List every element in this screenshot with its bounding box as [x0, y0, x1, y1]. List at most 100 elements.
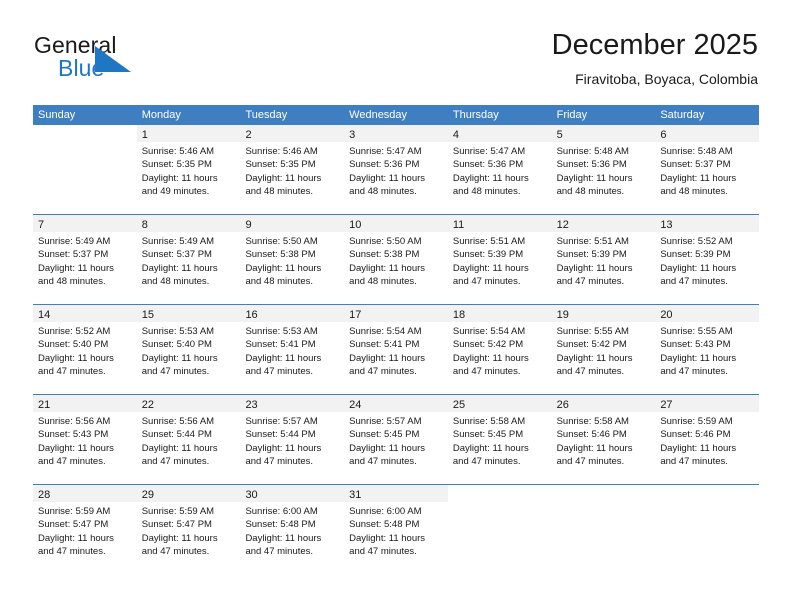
daylight-text-line2: and 48 minutes. — [141, 276, 210, 288]
day-sun-info: Sunrise: 5:59 AM Sunset: 5:47 PM Daylight:… — [137, 502, 241, 559]
weekday-header-row: Sunday Monday Tuesday Wednesday Thursday… — [33, 105, 759, 125]
sunrise-text: Sunrise: 5:51 AM — [452, 236, 526, 247]
sunset-text: Sunset: 5:40 PM — [38, 339, 109, 351]
day-number-band: 20 — [655, 305, 760, 322]
daylight-text-line1: Daylight: 11 hours — [349, 172, 426, 184]
day-number-band: 1 — [136, 125, 241, 142]
day-number-band: 4 — [447, 125, 552, 142]
calendar-day-cell-empty — [551, 485, 656, 574]
daylight-text-line1: Daylight: 11 hours — [452, 172, 529, 184]
daylight-text-line1: Daylight: 11 hours — [452, 262, 529, 274]
day-sun-info: Sunrise: 5:54 AM Sunset: 5:41 PM Daylight:… — [344, 322, 448, 379]
calendar-day-cell[interactable]: 10 Sunrise: 5:50 AM Sunset: 5:38 PM Dayligh… — [344, 215, 448, 304]
day-number: 9 — [245, 219, 252, 231]
calendar-day-cell[interactable]: 25 Sunrise: 5:58 AM Sunset: 5:45 PM Dayligh… — [447, 395, 552, 484]
calendar-week-row: 1 Sunrise: 5:46 AM Sunset: 5:35 PM Daylight… — [33, 125, 760, 214]
weekday-header-thursday: Thursday — [452, 109, 499, 121]
day-sun-info: Sunrise: 5:49 AM Sunset: 5:37 PM Daylight:… — [33, 232, 137, 289]
calendar-day-cell[interactable]: 20 Sunrise: 5:55 AM Sunset: 5:43 PM Dayligh… — [655, 305, 760, 394]
calendar-day-cell[interactable]: 8 Sunrise: 5:49 AM Sunset: 5:37 PM Daylight… — [136, 215, 241, 304]
daylight-text-line2: and 48 minutes. — [245, 276, 314, 288]
daylight-text-line2: and 47 minutes. — [349, 456, 417, 468]
day-number: 13 — [660, 219, 673, 231]
calendar-day-cell[interactable]: 21 Sunrise: 5:56 AM Sunset: 5:43 PM Dayligh… — [33, 395, 137, 484]
daylight-text-line1: Daylight: 11 hours — [349, 532, 426, 544]
page-subtitle: Firavitoba, Boyaca, Colombia — [575, 71, 758, 87]
day-sun-info: Sunrise: 5:59 AM Sunset: 5:47 PM Daylight:… — [33, 502, 137, 559]
calendar-day-cell[interactable]: 27 Sunrise: 5:59 AM Sunset: 5:46 PM Dayligh… — [655, 395, 760, 484]
day-sun-info: Sunrise: 5:51 AM Sunset: 5:39 PM Daylight:… — [552, 232, 656, 289]
day-number: 6 — [660, 129, 667, 141]
daylight-text-line2: and 47 minutes. — [245, 546, 314, 558]
sunset-text: Sunset: 5:38 PM — [245, 249, 316, 261]
calendar-day-cell[interactable]: 2 Sunrise: 5:46 AM Sunset: 5:35 PM Daylight… — [240, 125, 345, 214]
daylight-text-line2: and 47 minutes. — [556, 456, 625, 468]
calendar-day-cell[interactable]: 9 Sunrise: 5:50 AM Sunset: 5:38 PM Daylight… — [240, 215, 345, 304]
sunrise-text: Sunrise: 5:59 AM — [141, 506, 215, 517]
sunset-text: Sunset: 5:48 PM — [245, 519, 316, 531]
calendar-day-cell[interactable]: 11 Sunrise: 5:51 AM Sunset: 5:39 PM Dayligh… — [447, 215, 552, 304]
calendar-day-cell[interactable]: 29 Sunrise: 5:59 AM Sunset: 5:47 PM Dayligh… — [136, 485, 241, 574]
calendar-day-cell[interactable]: 7 Sunrise: 5:49 AM Sunset: 5:37 PM Daylight… — [33, 215, 137, 304]
calendar-day-cell[interactable]: 16 Sunrise: 5:53 AM Sunset: 5:41 PM Dayligh… — [240, 305, 345, 394]
daylight-text-line1: Daylight: 11 hours — [556, 172, 633, 184]
calendar-day-cell[interactable]: 26 Sunrise: 5:58 AM Sunset: 5:46 PM Dayligh… — [551, 395, 656, 484]
calendar-day-cell[interactable]: 14 Sunrise: 5:52 AM Sunset: 5:40 PM Dayligh… — [33, 305, 137, 394]
sunrise-text: Sunrise: 5:47 AM — [349, 146, 422, 157]
day-number-band: 9 — [240, 215, 345, 232]
day-number: 28 — [38, 489, 51, 501]
calendar-day-cell[interactable]: 28 Sunrise: 5:59 AM Sunset: 5:47 PM Dayligh… — [33, 485, 137, 574]
calendar-day-cell[interactable]: 12 Sunrise: 5:51 AM Sunset: 5:39 PM Dayligh… — [551, 215, 656, 304]
day-sun-info — [448, 502, 552, 505]
daylight-text-line2: and 47 minutes. — [660, 366, 728, 378]
sunset-text: Sunset: 5:45 PM — [452, 429, 524, 441]
day-number: 2 — [245, 129, 252, 141]
calendar-day-cell[interactable]: 13 Sunrise: 5:52 AM Sunset: 5:39 PM Dayligh… — [655, 215, 760, 304]
daylight-text-line2: and 48 minutes. — [349, 276, 417, 288]
calendar-day-cell[interactable]: 31 Sunrise: 6:00 AM Sunset: 5:48 PM Dayligh… — [344, 485, 448, 574]
day-number: 12 — [556, 219, 569, 231]
day-number: 15 — [141, 309, 154, 321]
calendar-day-cell[interactable]: 3 Sunrise: 5:47 AM Sunset: 5:36 PM Daylight… — [344, 125, 448, 214]
calendar-day-cell[interactable]: 15 Sunrise: 5:53 AM Sunset: 5:40 PM Dayligh… — [136, 305, 241, 394]
day-sun-info — [33, 142, 137, 145]
day-sun-info — [655, 502, 759, 505]
calendar-day-cell[interactable]: 4 Sunrise: 5:47 AM Sunset: 5:36 PM Daylight… — [447, 125, 552, 214]
day-number-band: 30 — [240, 485, 345, 502]
daylight-text-line1: Daylight: 11 hours — [245, 262, 322, 274]
sunset-text: Sunset: 5:41 PM — [349, 339, 420, 351]
calendar-day-cell[interactable]: 1 Sunrise: 5:46 AM Sunset: 5:35 PM Daylight… — [136, 125, 241, 214]
day-sun-info — [552, 502, 656, 505]
day-number-band: 25 — [447, 395, 552, 412]
calendar-day-cell[interactable]: 5 Sunrise: 5:48 AM Sunset: 5:36 PM Daylight… — [551, 125, 656, 214]
weekday-header-tuesday: Tuesday — [245, 109, 288, 121]
daylight-text-line2: and 48 minutes. — [38, 276, 106, 288]
sunset-text: Sunset: 5:43 PM — [660, 339, 731, 351]
daylight-text-line2: and 48 minutes. — [452, 186, 521, 198]
calendar-week-row: 21 Sunrise: 5:56 AM Sunset: 5:43 PM Dayligh… — [33, 394, 760, 484]
general-blue-logo[interactable]: General Blue — [33, 32, 253, 92]
daylight-text-line1: Daylight: 11 hours — [556, 442, 633, 454]
day-number: 14 — [38, 309, 51, 321]
sunset-text: Sunset: 5:35 PM — [245, 159, 316, 171]
calendar-day-cell[interactable]: 24 Sunrise: 5:57 AM Sunset: 5:45 PM Dayligh… — [344, 395, 448, 484]
daylight-text-line1: Daylight: 11 hours — [245, 352, 322, 364]
sunset-text: Sunset: 5:41 PM — [245, 339, 316, 351]
day-number-band: 21 — [33, 395, 137, 412]
day-number: 22 — [141, 399, 154, 411]
sunrise-text: Sunrise: 5:56 AM — [141, 416, 215, 427]
day-number: 5 — [556, 129, 563, 141]
daylight-text-line1: Daylight: 11 hours — [141, 262, 218, 274]
calendar-day-cell[interactable]: 6 Sunrise: 5:48 AM Sunset: 5:37 PM Daylight… — [655, 125, 760, 214]
day-sun-info: Sunrise: 5:55 AM Sunset: 5:42 PM Daylight:… — [552, 322, 656, 379]
calendar-day-cell[interactable]: 23 Sunrise: 5:57 AM Sunset: 5:44 PM Dayligh… — [240, 395, 345, 484]
calendar-day-cell[interactable]: 18 Sunrise: 5:54 AM Sunset: 5:42 PM Dayligh… — [447, 305, 552, 394]
day-sun-info: Sunrise: 5:50 AM Sunset: 5:38 PM Daylight:… — [344, 232, 448, 289]
page-title: December 2025 — [551, 29, 758, 61]
calendar-day-cell[interactable]: 22 Sunrise: 5:56 AM Sunset: 5:44 PM Dayligh… — [136, 395, 241, 484]
calendar-day-cell[interactable]: 17 Sunrise: 5:54 AM Sunset: 5:41 PM Dayligh… — [344, 305, 448, 394]
title-block: December 2025 Firavitoba, Boyaca, Colomb… — [552, 28, 758, 89]
calendar-day-cell[interactable]: 19 Sunrise: 5:55 AM Sunset: 5:42 PM Dayligh… — [551, 305, 656, 394]
daylight-text-line1: Daylight: 11 hours — [556, 352, 633, 364]
calendar-day-cell[interactable]: 30 Sunrise: 6:00 AM Sunset: 5:48 PM Dayligh… — [240, 485, 345, 574]
